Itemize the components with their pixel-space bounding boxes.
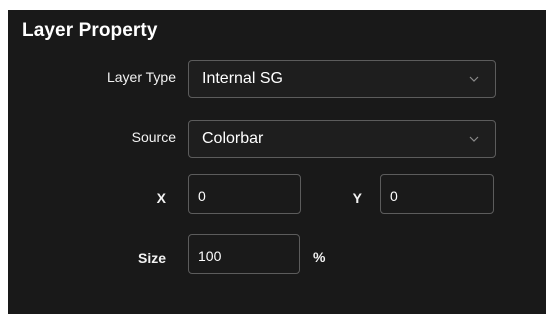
source-label: Source	[131, 129, 176, 145]
size-label: Size	[137, 250, 166, 266]
x-input[interactable]: 0	[188, 174, 301, 214]
source-dropdown[interactable]: Colorbar	[188, 120, 496, 158]
x-label: X	[156, 190, 166, 206]
chevron-down-icon	[469, 74, 479, 84]
size-unit-label: %	[313, 249, 326, 265]
y-label: Y	[352, 190, 362, 206]
size-input[interactable]: 100	[188, 234, 300, 274]
layer-property-panel: Layer Property Layer Type Internal SG So…	[8, 10, 546, 314]
y-input[interactable]: 0	[380, 174, 494, 214]
size-value: 100	[198, 248, 222, 264]
layer-type-dropdown[interactable]: Internal SG	[188, 60, 496, 98]
layer-type-label: Layer Type	[106, 69, 176, 85]
chevron-down-icon	[469, 134, 479, 144]
y-value: 0	[390, 188, 398, 204]
layer-type-value: Internal SG	[202, 70, 283, 87]
source-value: Colorbar	[202, 130, 264, 147]
x-value: 0	[198, 188, 206, 204]
panel-title: Layer Property	[22, 20, 158, 41]
